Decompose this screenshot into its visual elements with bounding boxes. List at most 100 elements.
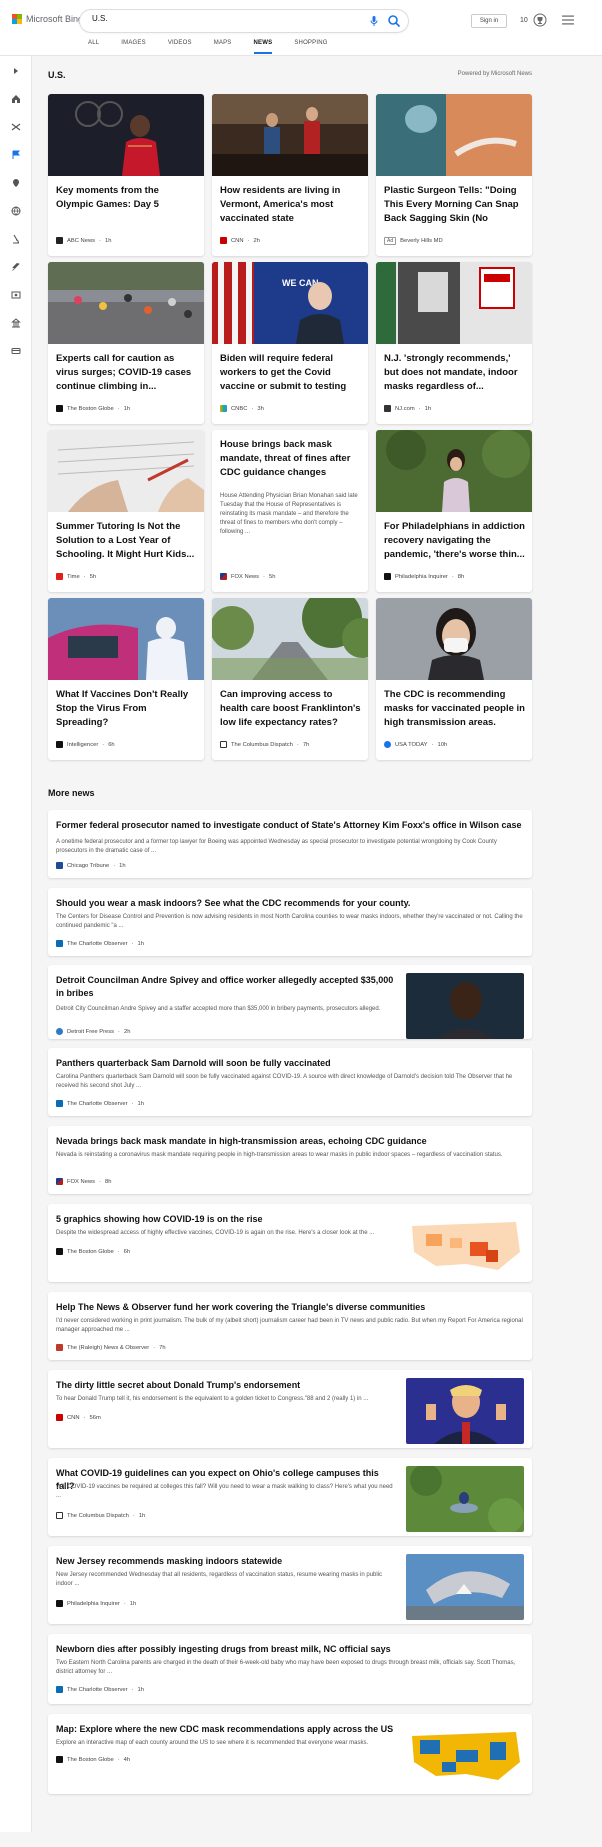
tab-videos[interactable]: VIDEOS: [168, 40, 192, 54]
search-input[interactable]: [92, 14, 332, 23]
age: 1h: [104, 237, 112, 244]
news-title[interactable]: Panthers quarterback Sam Darnold will so…: [56, 1057, 524, 1070]
news-list-item[interactable]: New Jersey recommends masking indoors st…: [48, 1546, 532, 1624]
news-card[interactable]: Experts call for caution as virus surges…: [48, 262, 204, 424]
card-title[interactable]: What If Vaccines Don't Really Stop the V…: [56, 688, 198, 730]
age: 2h: [123, 1028, 131, 1035]
news-image: [48, 94, 204, 176]
card-source: Ad Beverly Hills MD: [384, 237, 443, 245]
card-title[interactable]: Experts call for caution as virus surges…: [56, 352, 198, 394]
news-list-item[interactable]: Nevada brings back mask mandate in high-…: [48, 1126, 532, 1194]
news-list-item[interactable]: 5 graphics showing how COVID-19 is on th…: [48, 1204, 532, 1282]
tab-images[interactable]: IMAGES: [121, 40, 146, 54]
news-list-item[interactable]: Map: Explore where the new CDC mask reco…: [48, 1714, 532, 1794]
news-title[interactable]: Nevada brings back mask mandate in high-…: [56, 1135, 524, 1148]
news-list-item[interactable]: What COVID-19 guidelines can you expect …: [48, 1458, 532, 1536]
usa-today-logo-icon: [384, 741, 391, 748]
news-snippet: The Centers for Disease Control and Prev…: [56, 914, 523, 929]
age: 6h: [108, 741, 115, 748]
news-card[interactable]: How residents are living in Vermont, Ame…: [212, 94, 368, 256]
age: 7h: [302, 741, 310, 748]
sidebar-item-world[interactable]: [9, 204, 23, 218]
news-list-item[interactable]: Detroit Councilman Andre Spivey and offi…: [48, 965, 532, 1039]
sidebar-item-entertainment[interactable]: [9, 288, 23, 302]
news-title[interactable]: Map: Explore where the new CDC mask reco…: [56, 1723, 396, 1736]
news-list-item[interactable]: Should you wear a mask indoors? See what…: [48, 888, 532, 956]
source-name: The Boston Globe: [67, 405, 114, 412]
sidebar-item-technology[interactable]: [9, 260, 23, 274]
card-title[interactable]: For Philadelphians in addiction recovery…: [384, 520, 526, 562]
boston-globe-logo-icon: [56, 1248, 63, 1255]
rewards-trophy-icon[interactable]: [533, 13, 547, 27]
njcom-logo-icon: [384, 405, 391, 412]
tab-maps[interactable]: MAPS: [214, 40, 232, 54]
sidebar-item-politics[interactable]: [9, 316, 23, 330]
rewards-count[interactable]: 10: [520, 17, 528, 24]
microphone-icon[interactable]: [368, 15, 380, 27]
card-title[interactable]: How residents are living in Vermont, Ame…: [220, 184, 362, 226]
news-title[interactable]: 5 graphics showing how COVID-19 is on th…: [56, 1213, 396, 1226]
news-list-item[interactable]: Help The News & Observer fund her work c…: [48, 1292, 532, 1360]
card-source: NJ.com · 1h: [384, 405, 431, 412]
sidebar-item-science[interactable]: [9, 232, 23, 246]
news-card[interactable]: Can improving access to health care boos…: [212, 598, 368, 760]
sidebar-item-local[interactable]: [9, 176, 23, 190]
card-title[interactable]: Can improving access to health care boos…: [220, 688, 362, 730]
news-card[interactable]: N.J. 'strongly recommends,' but does not…: [376, 262, 532, 424]
news-list-item[interactable]: Newborn dies after possibly ingesting dr…: [48, 1634, 532, 1704]
news-title[interactable]: New Jersey recommends masking indoors st…: [56, 1555, 396, 1568]
sidebar-item-money[interactable]: [9, 344, 23, 358]
tab-all[interactable]: ALL: [88, 40, 99, 54]
card-title[interactable]: The CDC is recommending masks for vaccin…: [384, 688, 526, 732]
sidebar-item-home[interactable]: [9, 92, 23, 106]
tab-news[interactable]: NEWS: [253, 40, 273, 54]
cnn-logo-icon: [56, 1414, 63, 1421]
news-title[interactable]: Newborn dies after possibly ingesting dr…: [56, 1643, 524, 1656]
card-title[interactable]: Summer Tutoring Is Not the Solution to a…: [56, 520, 198, 562]
card-title[interactable]: Plastic Surgeon Tells: "Doing This Every…: [384, 184, 526, 228]
card-source: Intelligencer · 6h: [56, 741, 115, 748]
news-thumbnail: [406, 1554, 524, 1620]
news-title[interactable]: Detroit Councilman Andre Spivey and offi…: [56, 974, 396, 1000]
age: 4h: [123, 1756, 131, 1763]
card-title[interactable]: Key moments from the Olympic Games: Day …: [56, 184, 198, 212]
news-card[interactable]: What If Vaccines Don't Really Stop the V…: [48, 598, 204, 760]
hamburger-menu-icon[interactable]: [561, 14, 575, 26]
news-list-item[interactable]: Panthers quarterback Sam Darnold will so…: [48, 1048, 532, 1116]
news-title[interactable]: Former federal prosecutor named to inves…: [56, 819, 524, 832]
news-snippet: I'd never considered working in print jo…: [56, 1318, 523, 1333]
tab-shopping[interactable]: SHOPPING: [294, 40, 327, 54]
card-source: FOX News · 5h: [220, 573, 275, 580]
capitol-icon: [11, 318, 21, 328]
card-title[interactable]: Biden will require federal workers to ge…: [220, 352, 362, 394]
age: 6h: [123, 1248, 131, 1255]
news-card[interactable]: Summer Tutoring Is Not the Solution to a…: [48, 430, 204, 592]
age: 3h: [257, 405, 264, 412]
fox-news-logo-icon: [56, 1178, 63, 1185]
news-card[interactable]: The CDC is recommending masks for vaccin…: [376, 598, 532, 760]
sign-in-button[interactable]: Sign in: [471, 14, 507, 28]
sidebar-item-us[interactable]: [9, 148, 23, 162]
news-title[interactable]: The dirty little secret about Donald Tru…: [56, 1379, 396, 1392]
age: 56m: [89, 1414, 101, 1421]
card-title[interactable]: House brings back mask mandate, threat o…: [220, 438, 362, 480]
bing-logo[interactable]: Microsoft Bing: [12, 14, 83, 24]
news-title[interactable]: Should you wear a mask indoors? See what…: [56, 897, 524, 910]
ad-card[interactable]: Plastic Surgeon Tells: "Doing This Every…: [376, 94, 532, 256]
sidebar-item-shuffle[interactable]: [9, 120, 23, 134]
source-name: Philadelphia Inquirer: [395, 573, 448, 580]
search-icon[interactable]: [386, 13, 402, 29]
news-title[interactable]: Help The News & Observer fund her work c…: [56, 1301, 524, 1314]
news-list-item[interactable]: Former federal prosecutor named to inves…: [48, 810, 532, 878]
news-card[interactable]: For Philadelphians in addiction recovery…: [376, 430, 532, 592]
search-box[interactable]: [80, 10, 408, 32]
expand-sidebar-button[interactable]: [9, 64, 23, 78]
news-list-item[interactable]: The dirty little secret about Donald Tru…: [48, 1370, 532, 1448]
news-card[interactable]: House brings back mask mandate, threat o…: [212, 430, 368, 592]
news-card[interactable]: WE CAN Biden will require federal worker…: [212, 262, 368, 424]
news-source: The Charlotte Observer · 1h: [56, 1100, 144, 1107]
card-source: USA TODAY · 10h: [384, 741, 447, 748]
news-card[interactable]: Key moments from the Olympic Games: Day …: [48, 94, 204, 256]
card-title[interactable]: N.J. 'strongly recommends,' but does not…: [384, 352, 526, 394]
news-snippet: New Jersey recommended Wednesday that al…: [56, 1572, 383, 1587]
